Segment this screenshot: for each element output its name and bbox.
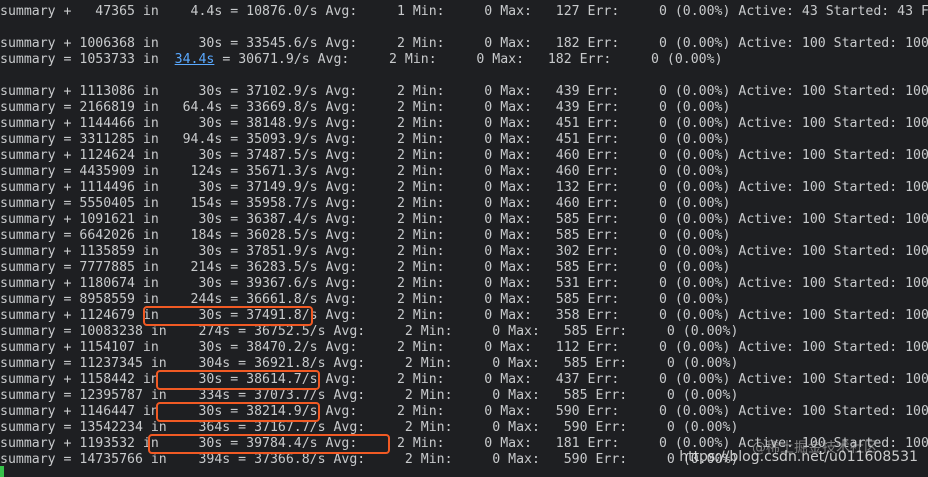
terminal-output[interactable]: summary + 47365 in 4.4s = 10876.0/s Avg:… [0, 0, 928, 477]
log-line: summary = 14735766 in 394s = 37366.8/s A… [0, 452, 739, 467]
duration-link[interactable]: 34.4s [175, 52, 215, 67]
highlight-box-throughput [148, 434, 390, 454]
log-line: summary + 1158442 in 30s = 38614.7/s Avg… [0, 372, 928, 387]
log-line-prefix: summary = 1053733 in [0, 52, 175, 67]
log-line: summary + 1113086 in 30s = 37102.9/s Avg… [0, 84, 928, 99]
log-line: summary = 2166819 in 64.4s = 33669.8/s A… [0, 100, 731, 115]
log-line: summary = 8958559 in 244s = 36661.8/s Av… [0, 292, 731, 307]
log-line: summary = 4435909 in 124s = 35671.3/s Av… [0, 164, 731, 179]
log-line: summary + 1091621 in 30s = 36387.4/s Avg… [0, 212, 928, 227]
log-line: summary = 1053733 in 34.4s = 30671.9/s A… [0, 52, 723, 68]
highlight-box-throughput [143, 306, 313, 326]
log-line: summary + 1154107 in 30s = 38470.2/s Avg… [0, 340, 928, 355]
log-line: summary + 1135859 in 30s = 37851.9/s Avg… [0, 244, 928, 259]
log-line: summary = 6642026 in 184s = 36028.5/s Av… [0, 228, 731, 243]
log-line: summary + 1144466 in 30s = 38148.9/s Avg… [0, 116, 928, 131]
log-line: summary = 10083238 in 274s = 36752.5/s A… [0, 324, 739, 339]
watermark-url: https://blog.csdn.net/u011608531 [679, 449, 918, 465]
log-line: summary = 12395787 in 334s = 37073.7/s A… [0, 388, 739, 403]
highlight-box-throughput [156, 370, 320, 390]
highlight-box-throughput [156, 402, 320, 422]
log-line: summary + 1146447 in 30s = 38214.9/s Avg… [0, 404, 928, 419]
log-line: summary = 7777885 in 214s = 36283.5/s Av… [0, 260, 731, 275]
log-line: summary + 1006368 in 30s = 33545.6/s Avg… [0, 36, 928, 51]
terminal-cursor [0, 466, 4, 477]
log-line: summary + 1180674 in 30s = 39367.6/s Avg… [0, 276, 928, 291]
log-line: summary = 5550405 in 154s = 35958.7/s Av… [0, 196, 731, 211]
log-line: summary + 1124624 in 30s = 37487.5/s Avg… [0, 148, 928, 163]
log-line: summary + 1124679 in 30s = 37491.8/s Avg… [0, 308, 928, 323]
log-line: summary = 3311285 in 94.4s = 35093.9/s A… [0, 132, 731, 147]
log-line-top: summary + 47365 in 4.4s = 10876.0/s Avg:… [0, 4, 928, 19]
log-line: summary + 1114496 in 30s = 37149.9/s Avg… [0, 180, 928, 195]
log-line: summary = 11237345 in 304s = 36921.8/s A… [0, 356, 739, 371]
log-line-suffix: = 30671.9/s Avg: 2 Min: 0 Max: 182 Err: … [214, 52, 723, 67]
